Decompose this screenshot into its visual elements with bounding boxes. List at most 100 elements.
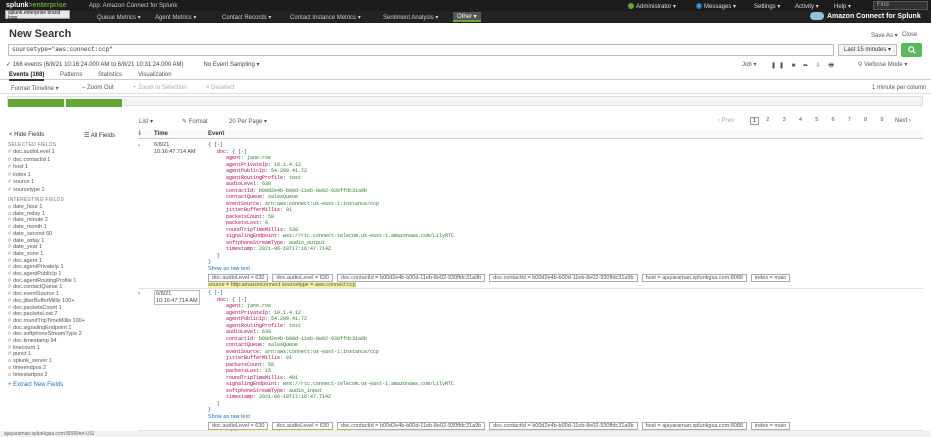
json-value[interactable]: 91: [286, 207, 292, 213]
activity-menu[interactable]: Activity ▾: [795, 3, 819, 10]
sidebar-field[interactable]: # doc.agentPublicIp 1: [8, 271, 61, 277]
sidebar-field[interactable]: # doc.jitterBufferMillis 100+: [8, 298, 75, 304]
tab-patterns[interactable]: Patterns: [60, 72, 82, 78]
sidebar-field[interactable]: # doc.softphoneStreamType 2: [8, 331, 82, 337]
field-tag[interactable]: doc.contactId = b00d2e4b-b00d-11eb-8e02-…: [489, 273, 638, 282]
zoom-to-selection-button[interactable]: + Zoom to Selection: [133, 85, 187, 91]
nav-queue-metrics[interactable]: Queue Metrics ▾: [97, 14, 141, 21]
settings-menu[interactable]: Settings ▾: [754, 3, 780, 10]
field-tag[interactable]: host = ajayaraman.splunkgsa.com:8088: [641, 273, 747, 282]
json-value[interactable]: 630: [262, 329, 271, 335]
field-tag[interactable]: doc.audioLevel = 630: [208, 421, 269, 430]
field-tag[interactable]: doc.contactId = b00d2e4b-b00d-11eb-8e02-…: [336, 273, 486, 282]
json-key[interactable]: doc: [217, 297, 226, 303]
page-button-8[interactable]: 8: [864, 117, 867, 123]
field-tag[interactable]: index = main: [750, 421, 791, 430]
json-value[interactable]: wss://rtc.connect-telecom.us-east-1.amaz…: [283, 381, 454, 387]
close-button[interactable]: Close: [902, 32, 917, 38]
col-time-header[interactable]: Time: [154, 131, 168, 137]
nav-agent-metrics[interactable]: Agent Metrics ▾: [155, 14, 196, 21]
search-button[interactable]: [901, 43, 922, 57]
sidebar-field[interactable]: # doc.packetsLost 7: [8, 311, 57, 317]
json-value[interactable]: audio_input: [289, 388, 322, 394]
json-key[interactable]: agentPrivateIp: [226, 162, 268, 168]
json-value[interactable]: b00d2e4b-b00d-11eb-8e02-930ffdc31a9b: [259, 188, 367, 194]
field-tag[interactable]: doc.contactId = b00d2e4b-b00d-11eb-8e02-…: [336, 421, 486, 430]
prev-page-button[interactable]: ‹ Prev: [718, 118, 734, 124]
list-view-dropdown[interactable]: List ▾: [139, 118, 153, 125]
json-value[interactable]: 91: [286, 355, 292, 361]
sidebar-field[interactable]: # doc.contactId 1: [8, 157, 50, 163]
json-key[interactable]: contactQueue: [226, 342, 262, 348]
show-raw-text-link[interactable]: Show as raw text: [208, 414, 250, 420]
json-key[interactable]: agent: [226, 303, 241, 309]
sidebar-field[interactable]: a date_mday 1: [8, 211, 45, 217]
nav-contact-instance-metrics[interactable]: Contact Instance Metrics ▾: [290, 14, 361, 21]
json-key[interactable]: agent: [226, 155, 241, 161]
json-key[interactable]: audioLevel: [226, 181, 256, 187]
splunk-logo[interactable]: splunk>enterprise: [6, 2, 67, 9]
find-input[interactable]: Find: [873, 1, 928, 10]
timeline-bar[interactable]: [8, 99, 64, 107]
job-menu[interactable]: Job ▾: [742, 61, 756, 68]
event-timeline[interactable]: [7, 96, 923, 107]
json-key[interactable]: agentRoutingProfile: [226, 323, 283, 329]
json-key[interactable]: doc: [217, 149, 226, 155]
nav-contact-records[interactable]: Contact Records ▾: [222, 14, 271, 21]
json-bracket[interactable]: { [-]: [208, 290, 223, 296]
json-value[interactable]: 10.1.4.12: [274, 162, 301, 168]
json-value[interactable]: test: [289, 323, 301, 329]
json-key[interactable]: agentPublicIp: [226, 168, 265, 174]
zoom-out-button[interactable]: – Zoom Out: [82, 85, 114, 91]
json-key[interactable]: packetsLost: [226, 368, 259, 374]
json-bracket[interactable]: }: [208, 407, 211, 413]
json-value[interactable]: 530: [289, 227, 298, 233]
page-button-1[interactable]: 1: [750, 117, 760, 125]
sidebar-field[interactable]: # doc.eventSource 1: [8, 291, 59, 297]
sidebar-field[interactable]: a timestartpos 2: [8, 372, 48, 378]
json-key[interactable]: timestamp: [226, 246, 253, 252]
field-tag[interactable]: doc.audioLevel = 630: [272, 421, 333, 430]
json-key[interactable]: audioLevel: [226, 329, 256, 335]
field-tag[interactable]: host = ajayaraman.splunkgsa.com:8088: [641, 421, 747, 430]
show-raw-text-link[interactable]: Show as raw text: [208, 266, 250, 272]
sidebar-field[interactable]: # doc.contactQueue 1: [8, 284, 62, 290]
tab-statistics[interactable]: Statistics: [98, 72, 122, 78]
json-key[interactable]: signalingEndpoint: [226, 233, 277, 239]
json-key[interactable]: packetsCount: [226, 362, 262, 368]
next-page-button[interactable]: Next ›: [895, 118, 911, 124]
json-value[interactable]: 50: [268, 214, 274, 220]
tab-events[interactable]: Events (168): [9, 72, 45, 81]
page-button-2[interactable]: 2: [766, 117, 769, 123]
json-key[interactable]: softphoneStreamType: [226, 240, 283, 246]
event-sampling-dropdown[interactable]: No Event Sampling ▾: [204, 62, 260, 68]
json-key[interactable]: roundTripTimeMillis: [226, 375, 283, 381]
json-value[interactable]: 630: [262, 181, 271, 187]
json-key[interactable]: eventSource: [226, 201, 259, 207]
sidebar-field[interactable]: # date_month 1: [8, 224, 47, 230]
json-value[interactable]: 15: [265, 368, 271, 374]
sidebar-field[interactable]: # date_minute 2: [8, 217, 48, 223]
json-value[interactable]: wss://rtc.connect-telecom.us-east-1.amaz…: [283, 233, 454, 239]
json-value[interactable]: 10.1.4.12: [274, 310, 301, 316]
json-bracket[interactable]: }: [217, 253, 220, 259]
sidebar-field[interactable]: # date_second 60: [8, 231, 52, 237]
sidebar-field[interactable]: # host 1: [8, 164, 28, 170]
deselect-button[interactable]: × Deselect: [206, 85, 235, 91]
sidebar-field[interactable]: # index 1: [8, 172, 31, 178]
field-tag[interactable]: doc.contactId = b00d2e4b-b00d-11eb-8e02-…: [489, 421, 638, 430]
page-button-9[interactable]: 9: [880, 117, 883, 123]
json-key[interactable]: contactQueue: [226, 194, 262, 200]
page-button-7[interactable]: 7: [848, 117, 851, 123]
field-tag[interactable]: doc.audioLevel = 630: [272, 273, 333, 282]
json-key[interactable]: agentPublicIp: [226, 316, 265, 322]
field-tag[interactable]: index = main: [750, 273, 791, 282]
json-value[interactable]: { [-]: [232, 149, 247, 155]
sidebar-field[interactable]: # doc.agentPrivateIp 1: [8, 264, 64, 270]
admin-menu[interactable]: Administrator ▾: [628, 3, 676, 10]
json-value[interactable]: 54.209.41.72: [271, 168, 307, 174]
json-key[interactable]: contactId: [226, 336, 253, 342]
page-button-5[interactable]: 5: [815, 117, 818, 123]
json-key[interactable]: signalingEndpoint: [226, 381, 277, 387]
source-tags[interactable]: source = http:amazonconnect sourcetype =…: [208, 281, 356, 288]
